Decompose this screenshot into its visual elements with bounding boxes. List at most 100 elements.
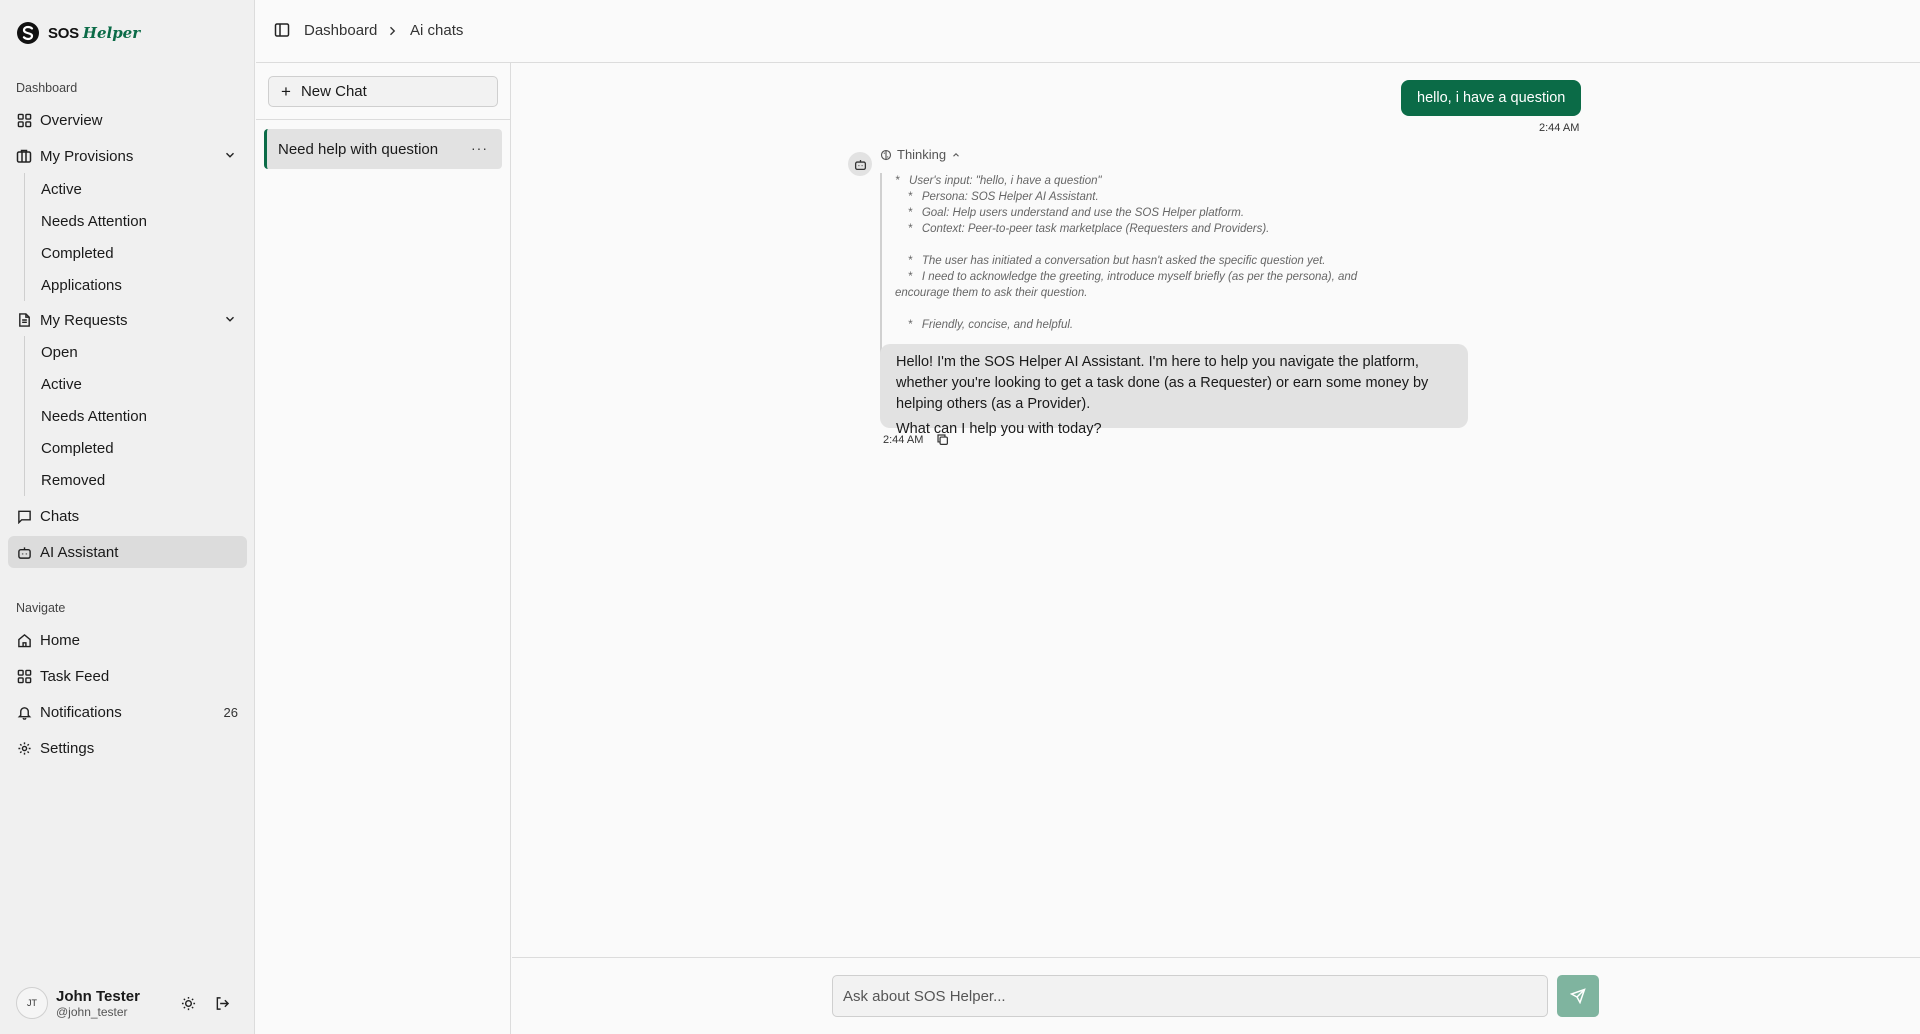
log-out-icon: [216, 996, 229, 1010]
thinking-label: Thinking: [897, 147, 947, 162]
thinking-line: * User's input: "hello, i have a questio…: [895, 175, 1102, 187]
provisions-subtree: Active Needs Attention Completed Applica…: [24, 173, 225, 301]
user-message-bubble: hello, i have a question: [1401, 80, 1582, 116]
theme-toggle-button[interactable]: [177, 992, 199, 1014]
sidebar-item-home[interactable]: Home: [8, 624, 247, 656]
sidebar-subitem-provisions-applications[interactable]: Applications: [25, 269, 225, 301]
plus-icon: +: [281, 82, 291, 101]
send-button[interactable]: [1557, 975, 1599, 1017]
chevron-right-icon: [386, 24, 398, 41]
thinking-line: [895, 237, 1440, 253]
chevron-up-icon: [953, 152, 960, 157]
brand-logo[interactable]: SOS Helper: [16, 20, 140, 46]
sidebar-item-label: My Provisions: [40, 147, 134, 165]
section-label-dashboard: Dashboard: [16, 81, 78, 95]
copy-icon: [937, 434, 948, 445]
package-icon: [16, 148, 32, 164]
sidebar-subitem-provisions-completed[interactable]: Completed: [25, 237, 225, 269]
breadcrumb-dashboard[interactable]: Dashboard: [304, 22, 377, 39]
assistant-avatar: [848, 152, 872, 176]
brain-icon: [880, 149, 892, 160]
sidebar-subitem-requests-removed[interactable]: Removed: [25, 464, 225, 496]
notification-count-badge: 26: [223, 704, 238, 720]
assistant-message-question: What can I help you with today?: [896, 421, 1102, 437]
logout-button[interactable]: [211, 992, 233, 1014]
sidebar-item-label: Task Feed: [40, 667, 110, 685]
user-profile[interactable]: JT John Tester @john_tester: [16, 986, 140, 1020]
sidebar-item-notifications[interactable]: Notifications 26: [8, 696, 247, 728]
user-message-time: 2:44 AM: [1539, 122, 1580, 134]
brand-name-accent: Helper: [82, 23, 141, 42]
divider: [256, 119, 510, 120]
composer: [512, 957, 1920, 1034]
sidebar-item-label: AI Assistant: [40, 543, 119, 561]
assistant-message-line: Hello! I'm the SOS Helper AI Assistant. …: [896, 354, 1419, 370]
thinking-line: encourage them to ask their question.: [895, 287, 1088, 299]
sidebar-subitem-requests-active[interactable]: Active: [25, 368, 225, 400]
thinking-line: * Goal: Help users understand and use th…: [895, 207, 1245, 219]
sidebar-item-label: Chats: [40, 507, 80, 525]
sidebar-item-task-feed[interactable]: Task Feed: [8, 660, 247, 692]
sidebar-item-ai-assistant[interactable]: AI Assistant: [8, 536, 247, 568]
sidebar-subitem-requests-needs-attention[interactable]: Needs Attention: [25, 400, 225, 432]
sidebar-item-label: My Requests: [40, 311, 128, 329]
chat-input[interactable]: [832, 975, 1548, 1017]
user-handle: @john_tester: [56, 1004, 128, 1019]
chat-title: Need help with question: [278, 140, 439, 158]
sidebar: SOS Helper Dashboard Overview My Provisio…: [0, 0, 255, 1034]
sidebar-item-my-provisions[interactable]: My Provisions: [8, 140, 247, 172]
bot-icon: [854, 159, 866, 170]
new-chat-button[interactable]: + New Chat: [268, 76, 498, 107]
more-horizontal-icon[interactable]: ···: [471, 140, 488, 156]
copy-button[interactable]: [936, 433, 949, 451]
sidebar-item-label: Home: [40, 631, 81, 649]
grid-icon: [16, 668, 32, 684]
thinking-line: * Persona: SOS Helper AI Assistant.: [895, 191, 1099, 203]
gear-icon: [16, 740, 32, 756]
requests-subtree: Open Active Needs Attention Completed Re…: [24, 336, 225, 496]
thinking-line: * The user has initiated a conversation …: [895, 255, 1326, 267]
chevron-down-icon[interactable]: [223, 148, 237, 166]
sidebar-subitem-provisions-active[interactable]: Active: [25, 173, 225, 205]
sidebar-item-settings[interactable]: Settings: [8, 732, 247, 764]
message-square-icon: [16, 508, 32, 524]
sidebar-item-my-requests[interactable]: My Requests: [8, 304, 247, 336]
new-chat-label: New Chat: [300, 83, 367, 100]
sidebar-toggle-button[interactable]: [274, 22, 290, 43]
sidebar-item-overview[interactable]: Overview: [8, 104, 247, 136]
thinking-line: * Friendly, concise, and helpful.: [895, 319, 1074, 331]
sidebar-item-label: Notifications: [40, 703, 122, 721]
send-icon: [1570, 988, 1586, 1004]
conversation-area: hello, i have a question 2:44 AM Thinkin…: [512, 63, 1920, 958]
home-icon: [16, 632, 32, 648]
chat-list-panel: + New Chat Need help with question ···: [256, 63, 511, 1034]
assistant-message-line: whether you're looking to get a task don…: [896, 375, 1429, 391]
panel-left-icon: [274, 23, 290, 37]
sun-icon: [181, 996, 195, 1010]
breadcrumb-current: Ai chats: [410, 22, 464, 39]
assistant-message-time: 2:44 AM: [883, 434, 924, 446]
sidebar-item-label: Overview: [40, 111, 103, 129]
top-bar: Dashboard Ai chats: [256, 0, 1920, 63]
assistant-message-line: helping others (as a Provider).: [896, 396, 1091, 412]
bell-icon: [16, 704, 32, 720]
chevron-down-icon[interactable]: [223, 312, 237, 330]
thinking-line: * Context: Peer-to-peer task marketplace…: [895, 223, 1270, 235]
bot-icon: [16, 544, 32, 560]
brand-name: SOS: [48, 24, 79, 42]
avatar: JT: [16, 987, 48, 1019]
thinking-toggle[interactable]: Thinking: [880, 147, 961, 162]
file-text-icon: [16, 312, 32, 328]
thinking-line: [895, 301, 1440, 317]
sidebar-item-chats[interactable]: Chats: [8, 500, 247, 532]
user-name: John Tester: [56, 987, 140, 1005]
sidebar-subitem-requests-open[interactable]: Open: [25, 336, 225, 368]
sidebar-item-label: Settings: [40, 739, 95, 757]
assistant-message-bubble: Hello! I'm the SOS Helper AI Assistant. …: [880, 344, 1468, 437]
sidebar-subitem-requests-completed[interactable]: Completed: [25, 432, 225, 464]
sos-logo-icon: [17, 22, 39, 44]
chat-list-item[interactable]: Need help with question ···: [264, 129, 502, 169]
sidebar-subitem-provisions-needs-attention[interactable]: Needs Attention: [25, 205, 225, 237]
section-label-navigate: Navigate: [16, 601, 66, 615]
grid-icon: [16, 112, 32, 128]
